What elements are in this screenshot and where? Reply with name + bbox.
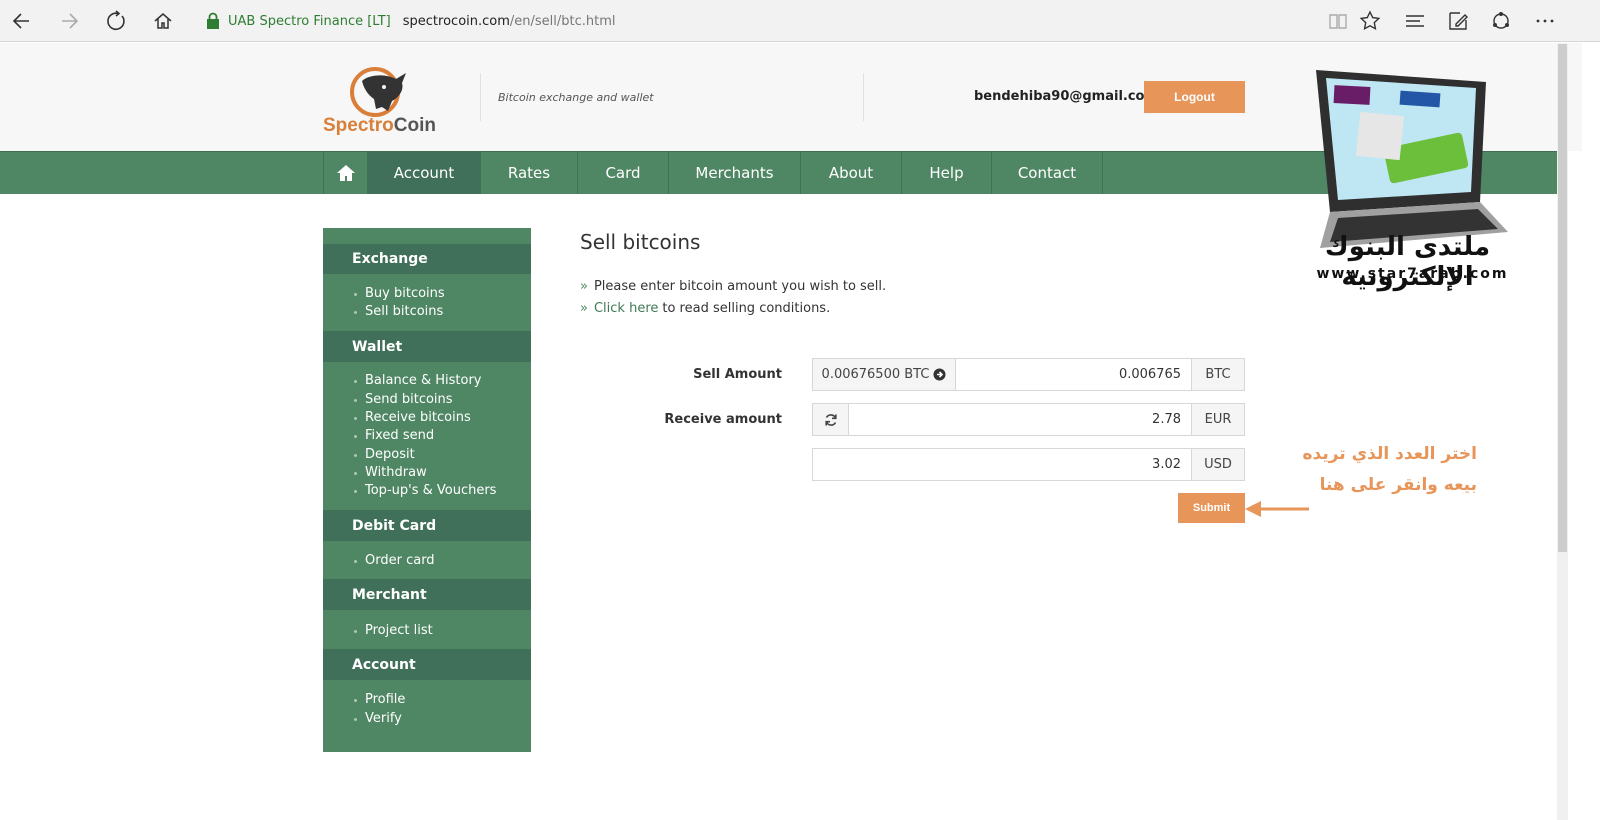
annotation-line-1: اختر العدد الذي تريده [1302, 444, 1477, 464]
bullet-icon [354, 560, 357, 563]
sidebar-link-verify[interactable]: Verify [365, 710, 402, 728]
page-title: Sell bitcoins [580, 230, 701, 254]
share-icon[interactable] [1488, 8, 1514, 34]
header-divider [863, 73, 864, 121]
header-divider [480, 73, 481, 121]
sidebar-heading-account: Account [323, 650, 531, 680]
bullet-icon [354, 380, 357, 383]
refresh-icon [824, 413, 837, 426]
tagline: Bitcoin exchange and wallet [498, 91, 654, 104]
nav-card[interactable]: Card [578, 152, 669, 194]
watermark-arabic-title: ملتدى البنوك الإلكترونية [1324, 232, 1491, 292]
sidebar-link-buy-bitcoins[interactable]: Buy bitcoins [365, 285, 445, 303]
reading-view-icon[interactable] [1325, 8, 1351, 34]
sidebar: Exchange Buy bitcoins Sell bitcoins Wall… [323, 228, 531, 752]
sidebar-heading-wallet: Wallet [323, 332, 531, 362]
sidebar-link-deposit[interactable]: Deposit [365, 446, 415, 464]
receive-eur-unit: EUR [1191, 404, 1244, 435]
receive-amount-label: Receive amount [664, 412, 782, 427]
selling-conditions-link[interactable]: Click here [594, 301, 658, 316]
bullet-icon [354, 454, 357, 457]
sell-amount-group: 0.00676500 BTC 0.006765 BTC [812, 358, 1245, 391]
nav-home[interactable] [323, 152, 368, 194]
double-chevron-icon: » [580, 279, 588, 294]
nav-contact[interactable]: Contact [992, 152, 1103, 194]
home-icon[interactable] [150, 8, 176, 34]
scrollbar-thumb[interactable] [1558, 44, 1567, 552]
arrow-circle-right-icon [933, 368, 946, 381]
web-note-icon[interactable] [1445, 8, 1471, 34]
hub-icon[interactable] [1402, 8, 1428, 34]
info-line-conditions: » Click here to read selling conditions. [580, 301, 830, 316]
sidebar-heading-merchant: Merchant [323, 580, 531, 610]
info-text: to read selling conditions. [662, 301, 831, 316]
bullet-icon [354, 417, 357, 420]
receive-usd-unit: USD [1191, 449, 1244, 480]
receive-eur-input[interactable]: 2.78 [849, 404, 1191, 435]
site-identity: UAB Spectro Finance [LT] [228, 13, 391, 29]
info-line-enter-amount: » Please enter bitcoin amount you wish t… [580, 279, 886, 294]
logo-text-coin: Coin [393, 115, 436, 136]
sidebar-link-withdraw[interactable]: Withdraw [365, 464, 427, 482]
sell-amount-label: Sell Amount [693, 367, 782, 382]
forward-arrow-icon[interactable] [56, 8, 82, 34]
bullet-icon [354, 718, 357, 721]
nav-about[interactable]: About [801, 152, 902, 194]
sidebar-link-profile[interactable]: Profile [365, 691, 405, 709]
submit-button[interactable]: Submit [1178, 493, 1245, 523]
nav-account[interactable]: Account [368, 152, 481, 194]
bullet-icon [354, 699, 357, 702]
bullet-icon [354, 311, 357, 314]
refresh-icon[interactable] [103, 8, 129, 34]
lock-icon [207, 12, 219, 29]
sell-unit: BTC [1191, 359, 1244, 390]
receive-usd-input[interactable]: 3.02 [813, 449, 1191, 480]
sidebar-link-sell-bitcoins[interactable]: Sell bitcoins [365, 303, 443, 321]
refresh-rate-button[interactable] [813, 404, 849, 435]
url-path: /en/sell/btc.html [509, 13, 616, 29]
more-options-icon[interactable] [1532, 8, 1558, 34]
sidebar-link-order-card[interactable]: Order card [365, 552, 435, 570]
spectrocoin-bull-logo[interactable] [340, 59, 420, 119]
sidebar-link-fixed-send[interactable]: Fixed send [365, 427, 434, 445]
favorite-star-icon[interactable] [1357, 8, 1383, 34]
url-host: spectrocoin.com [402, 13, 510, 29]
annotation-arrow-icon [1245, 501, 1309, 517]
sell-max-label: 0.00676500 BTC [821, 367, 930, 382]
logo-text[interactable]: SpectroCoin [323, 115, 436, 137]
sidebar-heading-debit-card: Debit Card [323, 511, 531, 541]
nav-help[interactable]: Help [902, 152, 992, 194]
bullet-icon [354, 490, 357, 493]
address-bar[interactable]: UAB Spectro Finance [LT] spectrocoin.com… [206, 7, 616, 35]
nav-merchants[interactable]: Merchants [669, 152, 801, 194]
nav-rates[interactable]: Rates [481, 152, 578, 194]
bullet-icon [354, 435, 357, 438]
sell-amount-input[interactable]: 0.006765 [956, 359, 1191, 390]
home-icon [336, 165, 355, 181]
receive-usd-group: 3.02 USD [812, 448, 1245, 481]
bullet-icon [354, 630, 357, 633]
sidebar-link-send-bitcoins[interactable]: Send bitcoins [365, 391, 453, 409]
sidebar-link-receive-bitcoins[interactable]: Receive bitcoins [365, 409, 471, 427]
annotation-line-2: بيعه وانقر على هنا [1319, 475, 1477, 495]
logo-text-spectro: Spectro [323, 115, 394, 136]
browser-toolbar: UAB Spectro Finance [LT] spectrocoin.com… [0, 0, 1600, 42]
sidebar-link-balance-history[interactable]: Balance & History [365, 372, 482, 390]
sidebar-heading-exchange: Exchange [323, 244, 531, 274]
receive-eur-group: 2.78 EUR [812, 403, 1245, 436]
bullet-icon [354, 399, 357, 402]
sidebar-link-project-list[interactable]: Project list [365, 622, 433, 640]
sidebar-link-topups-vouchers[interactable]: Top-up's & Vouchers [365, 482, 496, 500]
double-chevron-icon: » [580, 301, 588, 316]
bullet-icon [354, 293, 357, 296]
bullet-icon [354, 472, 357, 475]
sell-max-button[interactable]: 0.00676500 BTC [813, 359, 956, 390]
user-email: bendehiba90@gmail.com [974, 89, 1159, 104]
watermark-url: www.star7arab.com [1316, 266, 1509, 282]
back-arrow-icon[interactable] [9, 8, 35, 34]
info-text: Please enter bitcoin amount you wish to … [593, 279, 887, 294]
logout-button[interactable]: Logout [1144, 81, 1245, 113]
